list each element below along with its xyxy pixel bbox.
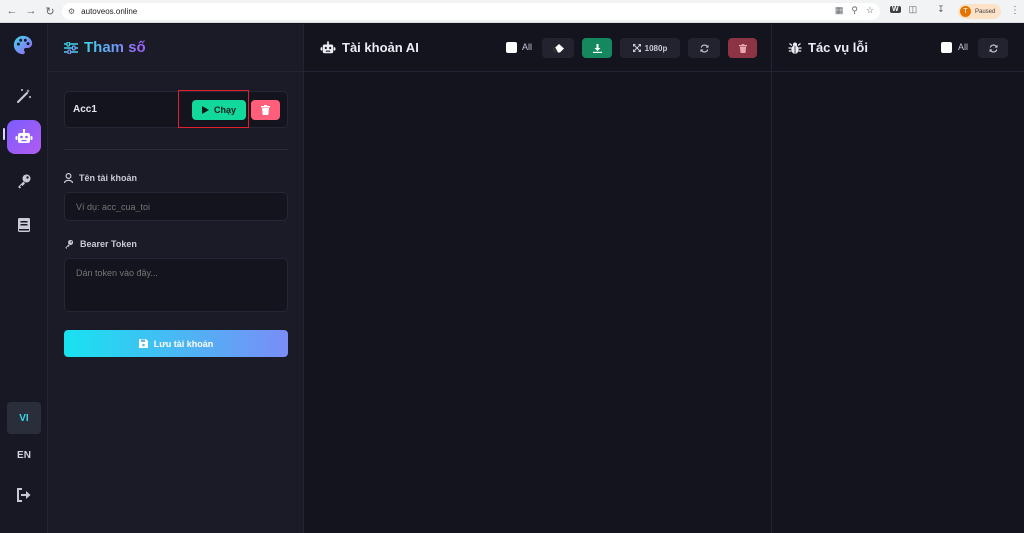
params-header: Tham số xyxy=(48,24,303,72)
address-bar[interactable]: ⚙ autoveos.online ▦ ⚲ ☆ xyxy=(62,3,880,20)
lang-en-button[interactable]: EN xyxy=(7,439,41,471)
lang-vi-button[interactable]: VI xyxy=(7,402,41,434)
trash-icon xyxy=(261,105,270,115)
select-all-checkbox[interactable] xyxy=(506,42,517,53)
robot-header-icon xyxy=(320,40,336,55)
profile-chip[interactable]: T Paused xyxy=(958,4,1002,19)
back-icon[interactable]: ← xyxy=(5,4,19,18)
username-input[interactable] xyxy=(64,192,288,221)
key-icon-small xyxy=(64,239,74,249)
refresh-icon xyxy=(989,43,998,53)
params-panel: Tham số Acc1 Chạy Tên tài khoản Ví dụ: a… xyxy=(48,24,304,533)
delete-account-button[interactable] xyxy=(251,100,280,120)
robot-icon[interactable] xyxy=(7,120,41,154)
eraser-icon xyxy=(552,43,564,53)
logout-icon[interactable] xyxy=(7,478,41,512)
download-button[interactable] xyxy=(582,38,612,58)
error-tasks-title: Tác vụ lỗi xyxy=(808,40,868,55)
icon-rail: VI EN xyxy=(0,24,48,533)
browser-menu-icon[interactable]: ⋮ xyxy=(1010,5,1020,16)
expand-icon xyxy=(632,44,641,52)
username-label-text: Tên tài khoản xyxy=(79,173,138,183)
bookmark-star-icon[interactable]: ☆ xyxy=(866,5,874,16)
user-icon xyxy=(64,173,73,183)
select-all-errors-checkbox[interactable] xyxy=(941,42,952,53)
browser-toolbar: ← → ↻ ⚙ autoveos.online ▦ ⚲ ☆ W ◫ ↧ T Pa… xyxy=(0,0,1024,23)
save-account-button[interactable]: Lưu tài khoản xyxy=(64,330,288,357)
delete-all-button[interactable] xyxy=(728,38,757,58)
resolution-button[interactable]: 1080p xyxy=(620,38,680,58)
trash-icon xyxy=(738,43,747,53)
divider xyxy=(64,149,288,150)
select-all-label: All xyxy=(522,42,533,52)
extensions-puzzle-icon[interactable]: ◫ xyxy=(909,4,918,15)
highlight-box xyxy=(178,90,249,128)
token-label: Bearer Token xyxy=(64,239,137,249)
accounts-panel: Tài khoản AI All 1080p xyxy=(304,24,772,533)
site-info-icon[interactable]: ⚙ xyxy=(68,7,75,16)
error-tasks-panel: Tác vụ lỗi All xyxy=(772,24,1024,533)
refresh-icon xyxy=(700,43,709,53)
forward-icon[interactable]: → xyxy=(24,4,38,18)
save-label: Lưu tài khoản xyxy=(153,338,214,349)
profile-status: Paused xyxy=(975,8,996,15)
avatar: T xyxy=(960,6,971,17)
accounts-header: Tài khoản AI All 1080p xyxy=(304,24,771,72)
account-card[interactable]: Acc1 Chạy xyxy=(64,91,288,128)
extension-w-icon[interactable]: W xyxy=(890,6,901,13)
key-icon[interactable] xyxy=(7,164,41,198)
active-indicator xyxy=(3,128,5,140)
account-name: Acc1 xyxy=(73,104,97,115)
download-icon xyxy=(592,43,602,53)
reload-icon[interactable]: ↻ xyxy=(43,4,57,18)
refresh-button[interactable] xyxy=(688,38,720,58)
refresh-errors-button[interactable] xyxy=(978,38,1008,58)
accounts-title: Tài khoản AI xyxy=(342,40,419,55)
eraser-button[interactable] xyxy=(542,38,574,58)
translate-icon[interactable]: ▦ xyxy=(835,5,844,16)
zoom-icon[interactable]: ⚲ xyxy=(851,5,858,16)
select-all-errors-label: All xyxy=(958,42,969,52)
book-icon[interactable] xyxy=(7,208,41,242)
token-label-text: Bearer Token xyxy=(80,239,137,249)
app: VI EN Tham số Acc1 Chạy Tên tài khoản Ví… xyxy=(0,24,1024,533)
download-icon[interactable]: ↧ xyxy=(937,4,945,15)
floppy-disk-icon xyxy=(138,339,148,348)
params-title: Tham số xyxy=(84,39,146,56)
palette-logo-icon[interactable] xyxy=(12,34,34,56)
magic-wand-icon[interactable] xyxy=(7,79,41,113)
error-tasks-header: Tác vụ lỗi All xyxy=(772,24,1024,72)
username-label: Tên tài khoản xyxy=(64,173,137,183)
resolution-label: 1080p xyxy=(644,43,668,53)
sliders-icon xyxy=(64,41,78,54)
token-textarea[interactable] xyxy=(64,258,288,312)
url-text: autoveos.online xyxy=(81,7,138,16)
bug-icon xyxy=(788,41,802,55)
